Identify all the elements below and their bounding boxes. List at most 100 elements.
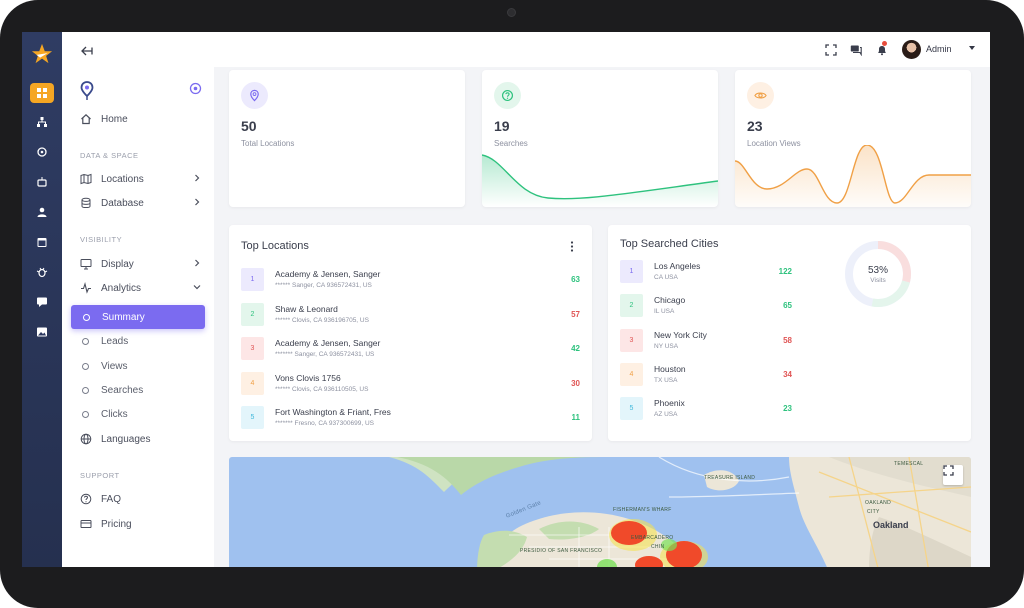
- top-cities-card: Top Searched Cities 1 Los Angeles CA USA 12…: [608, 225, 971, 441]
- item-subtitle: CA USA: [654, 274, 678, 281]
- target-icon[interactable]: [189, 82, 202, 95]
- star-logo-icon[interactable]: [31, 43, 53, 65]
- eye-icon: [747, 82, 774, 109]
- sidebar: Home DATA & SPACE Locations Database VIS…: [62, 32, 214, 567]
- collapse-menu-icon[interactable]: [80, 44, 94, 58]
- sidebar-subitem-searches[interactable]: Searches: [82, 380, 206, 400]
- rail-calendar-icon[interactable]: [30, 232, 54, 252]
- list-item[interactable]: 5 Phoenix AZ USA 23: [620, 395, 950, 423]
- rail-image-icon[interactable]: [30, 322, 54, 342]
- list-item[interactable]: 3 Academy & Jensen, Sanger ******* Sanger,…: [241, 335, 580, 363]
- item-subtitle: IL USA: [654, 308, 675, 316]
- rail-crosshair-icon[interactable]: [30, 142, 54, 162]
- user-name[interactable]: Admin: [926, 44, 952, 54]
- fullscreen-icon[interactable]: [825, 44, 837, 56]
- rank-badge: 3: [241, 337, 264, 360]
- rail-message-icon[interactable]: [30, 292, 54, 312]
- circle-icon: [82, 410, 89, 418]
- location-views-sparkline: [735, 145, 971, 207]
- notification-badge: [882, 41, 887, 46]
- stat-card-total-locations: 50 Total Locations: [229, 70, 465, 207]
- list-item[interactable]: 4 Houston TX USA 34: [620, 361, 950, 389]
- activity-icon: [80, 282, 92, 294]
- sidebar-item-languages[interactable]: Languages: [80, 429, 204, 449]
- rail-bug-icon[interactable]: [30, 262, 54, 282]
- sidebar-item-database[interactable]: Database: [80, 193, 204, 213]
- item-count: 42: [571, 344, 580, 353]
- item-count: 57: [571, 309, 580, 319]
- sidebar-item-analytics[interactable]: Analytics: [80, 278, 204, 298]
- stat-label: Searches: [494, 139, 528, 148]
- list-item[interactable]: 4 Vons Clovis 1756 ****** Clovis, CA 93611…: [241, 370, 580, 398]
- sidebar-item-label: FAQ: [101, 493, 122, 505]
- sidebar-subitem-views[interactable]: Views: [82, 356, 206, 376]
- more-options-icon[interactable]: [570, 241, 574, 252]
- rank-badge: 5: [241, 406, 264, 429]
- chat-icon[interactable]: [850, 44, 862, 56]
- caret-down-icon[interactable]: [969, 46, 975, 50]
- item-name: Houston: [654, 363, 686, 374]
- item-subtitle: ****** Clovis, CA 936110505, US: [275, 385, 369, 393]
- item-subtitle: TX USA: [654, 376, 678, 384]
- tablet-frame: Home DATA & SPACE Locations Database VIS…: [0, 0, 1024, 608]
- sidebar-item-display[interactable]: Display: [80, 254, 204, 274]
- list-item[interactable]: 2 Shaw & Leonard ****** Clovis, CA 9361967…: [241, 301, 580, 329]
- map-label-temescal: TEMESCAL: [894, 461, 924, 467]
- map-label-presidio: PRESIDIO OF SAN FRANCISCO: [520, 548, 603, 554]
- item-name: Chicago: [654, 295, 686, 306]
- sidebar-item-label: Views: [101, 360, 128, 372]
- list-item[interactable]: 3 New York City NY USA 58: [620, 327, 950, 355]
- sidebar-item-label: Analytics: [101, 282, 142, 294]
- rail-sitemap-icon[interactable]: [30, 112, 54, 132]
- rank-badge: 4: [241, 371, 264, 395]
- item-count: 65: [783, 301, 792, 311]
- item-subtitle: NY USA: [654, 342, 679, 350]
- rank-badge: 5: [620, 397, 643, 421]
- rank-badge: 2: [620, 294, 643, 318]
- sidebar-subitem-clicks[interactable]: Clicks: [82, 404, 206, 424]
- sidebar-item-label: Display: [101, 258, 134, 270]
- sidebar-item-locations[interactable]: Locations: [80, 169, 204, 189]
- map-fullscreen-button[interactable]: [943, 465, 963, 485]
- map-label-treasure-island: TREASURE ISLAND: [704, 475, 756, 481]
- item-count: 11: [571, 413, 580, 422]
- sidebar-subitem-summary[interactable]: Summary: [71, 305, 205, 329]
- item-count: 63: [571, 275, 580, 284]
- sidebar-item-label: Pricing: [101, 518, 132, 530]
- circle-icon: [82, 362, 89, 370]
- section-label-support: SUPPORT: [80, 471, 120, 480]
- card-title: Top Locations: [241, 240, 309, 252]
- chevron-right-icon: [195, 259, 200, 267]
- map-label-embarcadero: EMBARCADERO: [631, 535, 674, 541]
- item-name: Shaw & Leonard: [275, 303, 338, 314]
- item-name: Fort Washington & Friant, Fres: [275, 407, 391, 417]
- circle-icon: [83, 313, 90, 321]
- stat-value: 50: [241, 118, 257, 134]
- circle-icon: [82, 386, 89, 394]
- bell-icon[interactable]: [876, 44, 888, 56]
- sidebar-item-pricing[interactable]: Pricing: [80, 514, 204, 534]
- rail-dashboard-icon[interactable]: [30, 83, 54, 103]
- heatmap-map[interactable]: Golden Gate TREASURE ISLAND FISHERMAN'S …: [229, 457, 971, 567]
- item-name: Phoenix: [654, 398, 685, 409]
- sidebar-item-faq[interactable]: FAQ: [80, 489, 204, 509]
- item-name: Los Angeles: [654, 261, 701, 271]
- item-name: Vons Clovis 1756: [275, 372, 341, 383]
- card-title: Top Searched Cities: [620, 238, 719, 250]
- stat-value: 23: [747, 118, 763, 134]
- sidebar-item-label: Home: [101, 113, 128, 125]
- sidebar-item-home[interactable]: Home: [80, 109, 204, 129]
- list-item[interactable]: 5 Fort Washington & Friant, Fres ******* F…: [241, 404, 580, 432]
- icon-rail: [22, 32, 62, 567]
- rail-user-icon[interactable]: [30, 202, 54, 222]
- item-subtitle: AZ USA: [654, 411, 678, 419]
- section-label-visibility: VISIBILITY: [80, 235, 123, 244]
- rail-robot-icon[interactable]: [30, 172, 54, 192]
- avatar[interactable]: [902, 40, 921, 59]
- sidebar-subitem-leads[interactable]: Leads: [82, 331, 206, 351]
- home-icon: [80, 113, 92, 125]
- list-item[interactable]: 1 Academy & Jensen, Sanger ****** Sanger, …: [241, 266, 580, 294]
- circle-icon: [82, 337, 89, 345]
- item-subtitle: ******* Fresno, CA 937300699, US: [275, 420, 375, 427]
- monitor-icon: [80, 258, 92, 270]
